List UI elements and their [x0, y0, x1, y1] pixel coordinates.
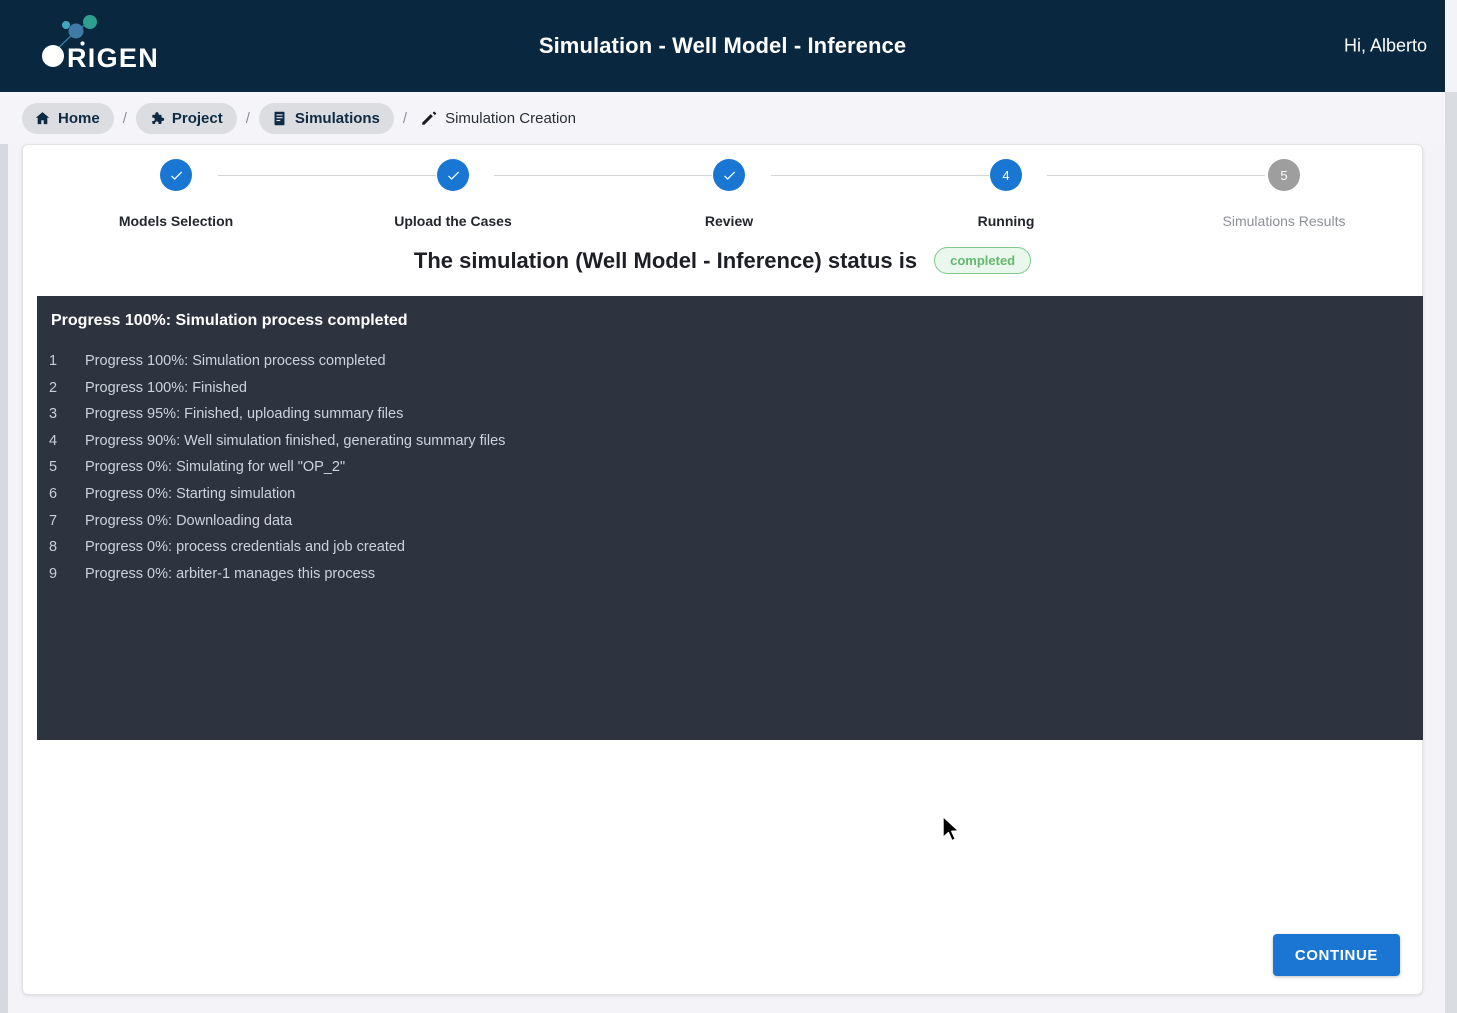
- console-log-list: 1 Progress 100%: Simulation process comp…: [37, 348, 1423, 587]
- status-badge: completed: [934, 247, 1032, 274]
- log-line: 6 Progress 0%: Starting simulation: [37, 481, 1423, 508]
- stepper-step-simulations-results[interactable]: 5 Simulations Results: [1184, 159, 1384, 229]
- console-header-text: Progress 100%: Simulation process comple…: [51, 312, 408, 329]
- log-line: 9 Progress 0%: arbiter-1 manages this pr…: [37, 561, 1423, 588]
- log-line-text: Progress 0%: arbiter-1 manages this proc…: [85, 565, 376, 582]
- puzzle-icon: [152, 111, 165, 124]
- stepper-label-4: Running: [977, 213, 1035, 229]
- scrollbar-gutter-left[interactable]: [0, 92, 8, 1013]
- log-line-number: 4: [49, 432, 58, 449]
- log-line-text: Progress 100%: Finished: [85, 379, 247, 396]
- stepper-step-running[interactable]: 4 Running: [906, 159, 1106, 229]
- log-line-text: Progress 0%: Simulating for well "OP_2": [85, 459, 346, 476]
- check-icon: [723, 171, 735, 180]
- stepper-step-upload-the-cases[interactable]: Upload the Cases: [353, 159, 553, 229]
- stepper-circle-5: 5: [1268, 159, 1300, 191]
- progress-stepper: Models Selection Upload the Cases Review: [23, 159, 1422, 249]
- log-line: 7 Progress 0%: Downloading data: [37, 508, 1423, 535]
- stepper-number-4: 4: [1002, 167, 1010, 183]
- stepper-circle-2: [437, 159, 469, 191]
- log-line-text: Progress 0%: Downloading data: [85, 512, 293, 529]
- log-line: 1 Progress 100%: Simulation process comp…: [37, 348, 1423, 375]
- log-line-number: 5: [49, 459, 58, 476]
- log-line-number: 1: [49, 353, 58, 369]
- breadcrumb-separator: /: [245, 109, 250, 127]
- log-line-text: Progress 90%: Well simulation finished, …: [85, 432, 506, 449]
- breadcrumb-label-home: Home: [58, 109, 100, 127]
- log-line-text: Progress 100%: Simulation process comple…: [85, 353, 386, 369]
- page-title: Simulation - Well Model - Inference: [538, 33, 907, 58]
- user-greeting[interactable]: Hi, Alberto: [1344, 36, 1427, 57]
- stepper-label-5: Simulations Results: [1222, 213, 1346, 229]
- log-line-number: 7: [49, 512, 58, 529]
- breadcrumb: Home / Project / Simulations / Simulatio…: [0, 92, 1445, 144]
- log-line-text: Progress 0%: Starting simulation: [85, 485, 296, 502]
- stepper-circle-3: [713, 159, 745, 191]
- document-icon: [274, 111, 285, 125]
- pencil-icon: [422, 111, 437, 125]
- log-line: 2 Progress 100%: Finished: [37, 375, 1423, 402]
- breadcrumb-label-project: Project: [171, 109, 223, 127]
- scrollbar-gutter-right[interactable]: [1445, 92, 1457, 1013]
- breadcrumb-item-simulation-creation: Simulation Creation: [416, 103, 590, 134]
- app-header: RIGEN Simulation - Well Model - Inferenc…: [0, 0, 1445, 92]
- breadcrumb-item-project[interactable]: Project: [135, 102, 237, 134]
- stepper-step-models-selection[interactable]: Models Selection: [76, 159, 276, 229]
- check-icon: [447, 171, 459, 180]
- log-line-number: 9: [49, 565, 58, 582]
- stepper-circle-4: 4: [990, 159, 1022, 191]
- breadcrumb-label-simulation-creation: Simulation Creation: [445, 109, 576, 127]
- check-icon: [170, 171, 182, 180]
- breadcrumb-separator: /: [122, 109, 127, 127]
- continue-button[interactable]: CONTINUE: [1272, 934, 1400, 976]
- log-line: 8 Progress 0%: process credentials and j…: [37, 534, 1423, 561]
- stepper-number-5: 5: [1280, 167, 1288, 183]
- log-line-text: Progress 0%: process credentials and job…: [85, 539, 405, 556]
- app-root: RIGEN Simulation - Well Model - Inferenc…: [0, 0, 1457, 1013]
- log-line-number: 6: [49, 485, 58, 502]
- stepper-label-3: Review: [704, 213, 754, 229]
- breadcrumb-item-home[interactable]: Home: [22, 102, 114, 134]
- log-line: 4 Progress 90%: Well simulation finished…: [37, 428, 1423, 455]
- breadcrumb-item-simulations[interactable]: Simulations: [258, 102, 394, 134]
- breadcrumb-separator: /: [402, 109, 408, 127]
- log-line-text: Progress 95%: Finished, uploading summar…: [85, 406, 404, 423]
- log-line: 3 Progress 95%: Finished, uploading summ…: [37, 401, 1423, 428]
- simulation-status-text: The simulation (Well Model - Inference) …: [413, 247, 918, 273]
- simulation-log-console[interactable]: Progress 100%: Simulation process comple…: [37, 296, 1423, 740]
- breadcrumb-label-simulations: Simulations: [294, 109, 380, 127]
- origen-logo[interactable]: RIGEN: [26, 12, 156, 78]
- stepper-label-2: Upload the Cases: [394, 213, 512, 229]
- log-line-number: 3: [49, 406, 58, 423]
- stepper-step-review[interactable]: Review: [629, 159, 829, 229]
- home-icon: [35, 111, 50, 124]
- stepper-circle-1: [160, 159, 192, 191]
- log-line-number: 8: [49, 539, 58, 556]
- simulation-status-row: The simulation (Well Model - Inference) …: [23, 247, 1422, 274]
- log-line: 5 Progress 0%: Simulating for well "OP_2…: [37, 454, 1423, 481]
- main-card: Models Selection Upload the Cases Review: [22, 144, 1423, 995]
- svg-text:RIGEN: RIGEN: [67, 43, 156, 73]
- log-line-number: 2: [49, 379, 58, 396]
- stepper-label-1: Models Selection: [118, 213, 234, 229]
- origen-molecule-logo-icon: RIGEN: [42, 15, 156, 73]
